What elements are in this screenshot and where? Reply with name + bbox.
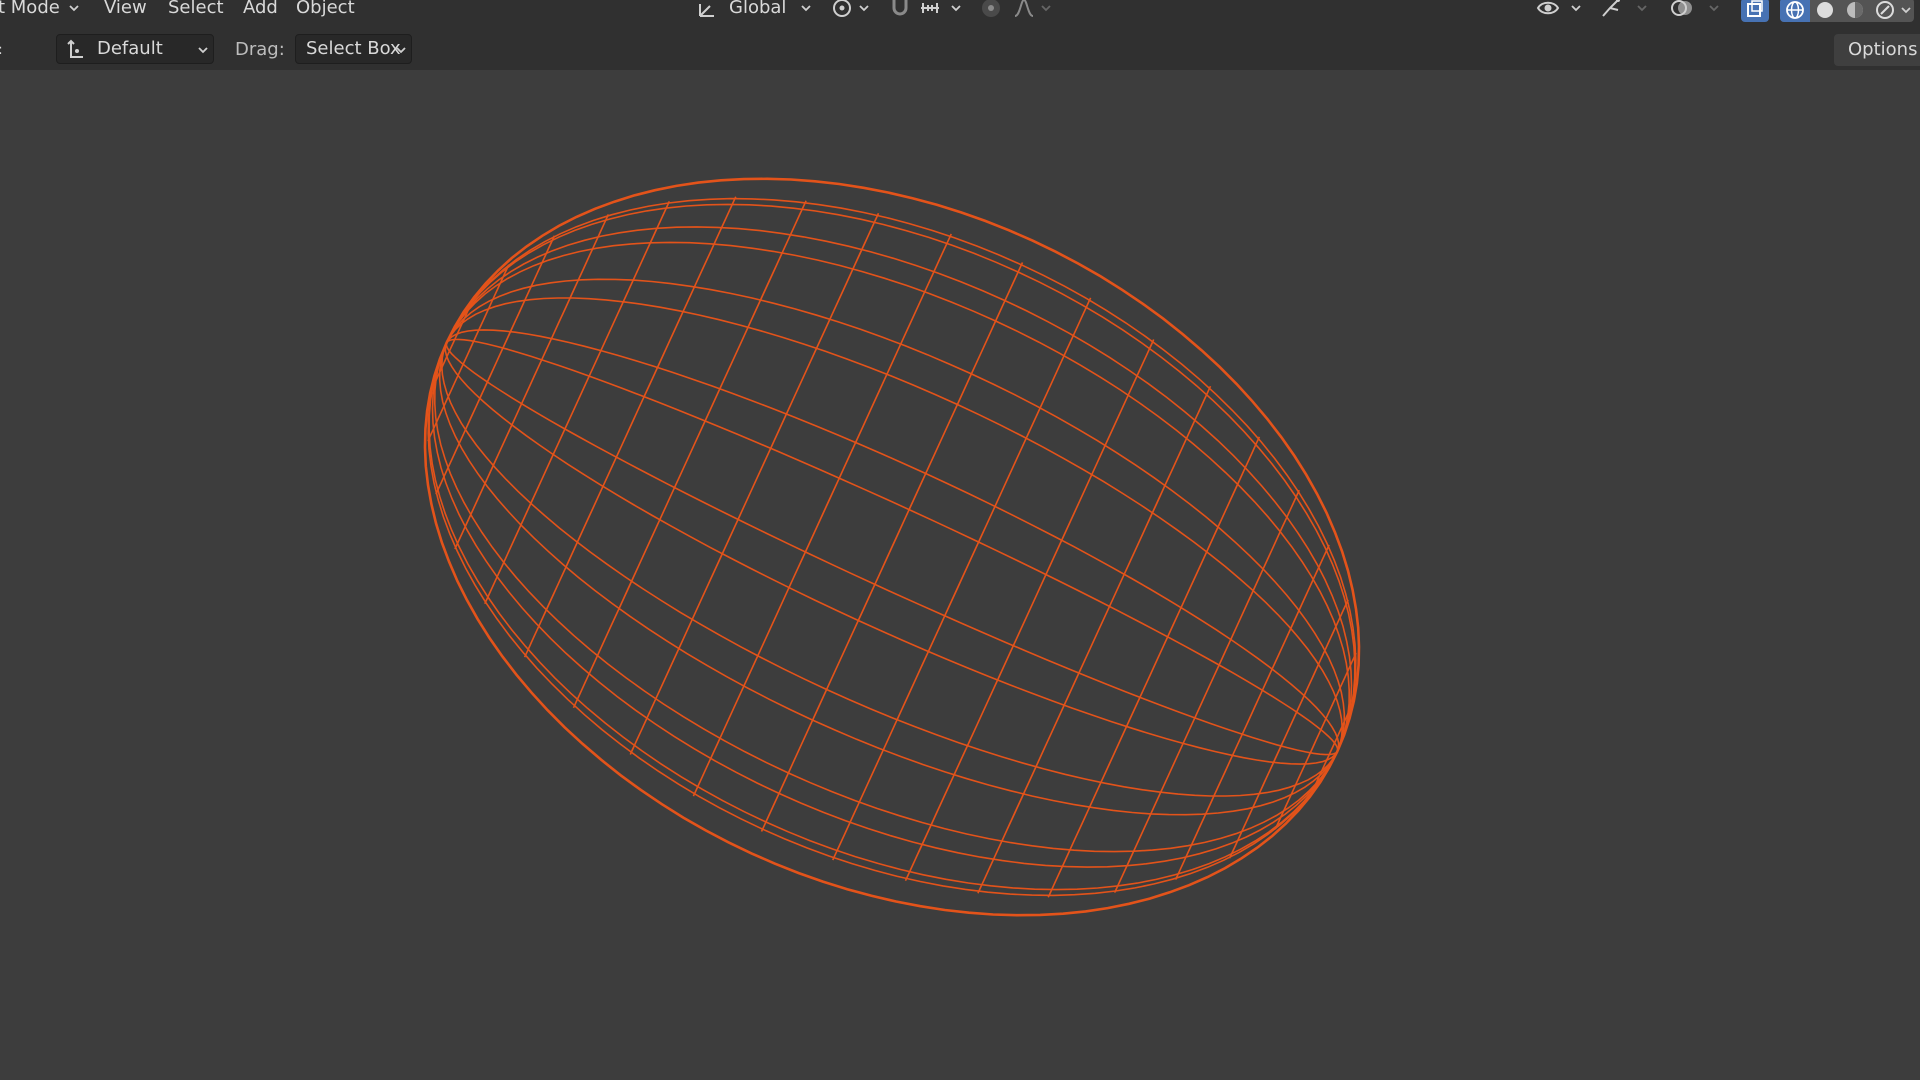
chevron-down-icon: [68, 2, 80, 14]
mode-selector[interactable]: t Mode: [0, 0, 60, 18]
tool-settings-bar: : Default Drag: Select Box: [0, 30, 1920, 70]
chevron-down-icon: [395, 44, 407, 56]
transform-pivot-icon: [63, 37, 87, 61]
wireframe-ring: [454, 214, 610, 550]
overlay-icon[interactable]: [1670, 0, 1694, 20]
wireframe-ring: [430, 300, 474, 390]
drag-label: Drag:: [235, 39, 285, 60]
wireframe-ring: [523, 196, 737, 658]
wireframe-ring: [1274, 653, 1357, 830]
wireframe-meridian: [438, 342, 1339, 816]
transform-orientation-icon[interactable]: [695, 0, 719, 20]
shading-mode-group: [1780, 0, 1914, 22]
wireframe-ring: [692, 233, 952, 797]
solid-shading-icon[interactable]: [1813, 0, 1837, 22]
wireframe-ring: [1174, 544, 1330, 880]
wireframe-ring: [760, 262, 1024, 832]
menu-add[interactable]: Add: [243, 0, 278, 18]
wireframe-ring: [832, 297, 1092, 861]
wireframe-shading-button[interactable]: [1780, 0, 1810, 22]
3d-viewport[interactable]: [0, 70, 1920, 1080]
wireframe-meridian: [440, 342, 1339, 797]
proportional-editing-icon[interactable]: [979, 0, 1003, 20]
header-top-row: t Mode View Select Add Object Global: [0, 0, 1920, 22]
options-button[interactable]: Options: [1834, 34, 1920, 66]
chevron-down-icon: [197, 44, 209, 56]
chevron-down-icon[interactable]: [1900, 4, 1912, 16]
gizmo-icon[interactable]: [1598, 0, 1622, 20]
xray-icon: [1743, 0, 1767, 22]
chevron-down-icon: [858, 2, 870, 14]
transform-pivot-dropdown[interactable]: Default: [56, 34, 214, 64]
pivot-point-icon[interactable]: [830, 0, 854, 20]
material-shading-icon[interactable]: [1843, 0, 1867, 22]
orientation-dropdown[interactable]: Global: [729, 0, 786, 18]
wireframe-meridian: [445, 278, 1346, 752]
falloff-curve-icon[interactable]: [1012, 0, 1036, 20]
menu-select[interactable]: Select: [168, 0, 224, 18]
rendered-shading-icon[interactable]: [1873, 0, 1897, 22]
row-marker: :: [0, 40, 3, 60]
chevron-down-icon: [800, 2, 812, 14]
wireframe-ring: [1047, 436, 1261, 898]
wireframe-ring: [1310, 704, 1354, 794]
viewport-header: t Mode View Select Add Object Global Def…: [0, 0, 1920, 70]
xray-toggle[interactable]: [1741, 0, 1769, 22]
pivot-value: Default: [97, 38, 163, 59]
chevron-down-icon: [1570, 2, 1582, 14]
chevron-down-icon: [1636, 2, 1648, 14]
wireframe-shading-icon: [1783, 0, 1807, 22]
drag-value: Select Box: [306, 38, 401, 59]
object-visibility-icon[interactable]: [1536, 0, 1560, 20]
chevron-down-icon: [1708, 2, 1720, 14]
wireframe-ring: [977, 385, 1212, 894]
wireframe-ring: [427, 264, 510, 441]
snap-increment-icon[interactable]: [918, 0, 942, 20]
wireframe-ring: [572, 200, 807, 709]
menu-view[interactable]: View: [104, 0, 147, 18]
snap-magnet-icon[interactable]: [888, 0, 912, 20]
wireframe-meridian: [445, 297, 1344, 752]
options-label: Options: [1848, 39, 1918, 60]
chevron-down-icon: [1040, 2, 1052, 14]
ellipsoid-wireframe[interactable]: [0, 70, 1920, 1080]
drag-select-dropdown[interactable]: Select Box: [295, 34, 412, 64]
menu-object[interactable]: Object: [296, 0, 355, 18]
chevron-down-icon: [950, 2, 962, 14]
